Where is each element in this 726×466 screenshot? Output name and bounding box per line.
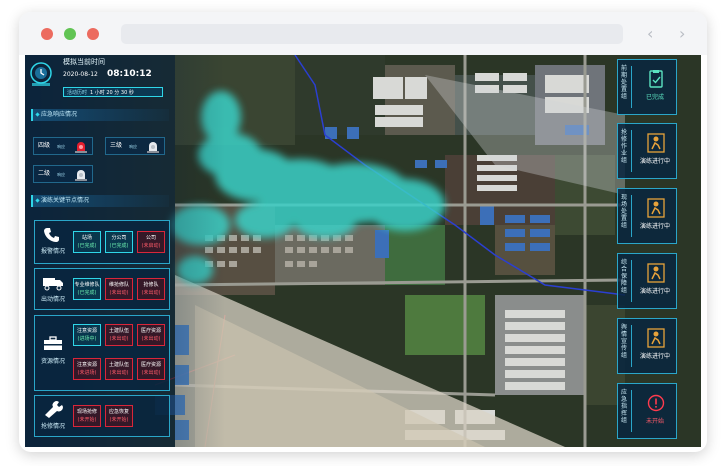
node-item[interactable]: 医疗资源 (未出动): [137, 324, 165, 346]
drill-section-title: 演练关键节点情况: [31, 195, 169, 207]
group-label: 出动情况: [40, 296, 65, 303]
address-bar[interactable]: [121, 24, 623, 44]
node-item[interactable]: 维抢修队 (未出动): [105, 278, 133, 300]
team-name: 抢修作业组: [621, 129, 628, 164]
drill-group-dispatch[interactable]: 出动情况 专业维修队 (已完成) 维抢修队 (未出动) 抢修队 (未出动): [34, 268, 170, 310]
window-maximize-button[interactable]: [64, 28, 76, 40]
siren-icon: [75, 142, 87, 153]
toolbox-icon: [44, 336, 62, 350]
nav-back-button[interactable]: ‹: [647, 24, 653, 44]
group-label: 报警情况: [40, 248, 65, 255]
wrench-icon: [45, 401, 63, 418]
nav-forward-button[interactable]: ›: [679, 24, 685, 44]
emergency-section-title: 应急响应情况: [31, 109, 169, 121]
clock-icon: [30, 62, 52, 86]
team-status: 演练进行中: [639, 353, 670, 360]
team-panel-support[interactable]: 综合保障组 演练进行中: [617, 253, 677, 309]
phone-icon: [44, 228, 59, 243]
team-status: 演练进行中: [639, 223, 670, 230]
siren-icon: [147, 142, 159, 153]
group-label: 抢修情况: [40, 423, 65, 430]
level-name: 三级: [110, 142, 123, 149]
node-item[interactable]: 抢修队 (未出动): [137, 278, 165, 300]
team-panel-publicity[interactable]: 舆情宣传组 演练进行中: [617, 318, 677, 374]
elapsed-label: 活动历时: [67, 90, 88, 96]
team-name: 综合保障组: [621, 259, 628, 294]
node-item[interactable]: 分公司 (已完成): [105, 231, 133, 253]
level-sub: 响应: [57, 144, 65, 149]
truck-icon: [43, 278, 63, 291]
siren-icon: [75, 170, 87, 181]
node-item[interactable]: 现场抢修 (未开始): [73, 405, 101, 427]
team-name: 舆情宣传组: [621, 324, 628, 359]
node-item[interactable]: 注意资源 (未进场): [73, 358, 101, 380]
current-date: 2020-08-12: [63, 71, 98, 78]
level-sub: 响应: [57, 172, 65, 177]
team-panel-repair[interactable]: 抢修作业组 演练进行中: [617, 123, 677, 179]
node-item[interactable]: 土建队伍 (未出动): [105, 358, 133, 380]
team-name: 应急指挥组: [621, 389, 628, 424]
node-item[interactable]: 站场 (已完成): [73, 231, 101, 253]
bullet-icon: [35, 112, 40, 117]
team-name: 前期处置组: [621, 65, 628, 100]
level-sub: 响应: [129, 144, 137, 149]
team-panel-command[interactable]: 应急指挥组 未开始: [617, 383, 677, 439]
worker-icon: [647, 198, 665, 218]
level-three-response[interactable]: 三级 响应: [105, 137, 165, 155]
level-name: 四级: [38, 142, 51, 149]
node-item[interactable]: 应急恢复 (未开始): [105, 405, 133, 427]
team-status: 演练进行中: [639, 288, 670, 295]
team-status: 演练进行中: [639, 158, 670, 165]
window-close-button[interactable]: [41, 28, 53, 40]
group-label: 资源情况: [40, 358, 65, 365]
node-item[interactable]: 专业维修队 (已完成): [73, 278, 101, 300]
window-minimize-button[interactable]: [87, 28, 99, 40]
browser-window: ‹ › 模拟当前时间 2020-08-12 08:10:12 活动历时 1 小时…: [19, 12, 707, 452]
drill-group-resources[interactable]: 资源情况 注意资源 (进场中) 土建队伍 (未出动) 医疗资源 (未出动) 注意资源(…: [34, 315, 170, 391]
alert-icon: [647, 394, 665, 412]
team-status: 未开始: [645, 418, 664, 425]
team-panel-initial-response[interactable]: 前期处置组 已完成: [617, 59, 677, 115]
command-screen: 模拟当前时间 2020-08-12 08:10:12 活动历时 1 小时 20 …: [25, 55, 701, 447]
team-panel-onsite[interactable]: 现场处置组 演练进行中: [617, 188, 677, 244]
worker-icon: [647, 133, 665, 153]
page-title: 模拟当前时间: [63, 58, 105, 66]
current-time: 08:10:12: [107, 69, 152, 79]
node-item[interactable]: 土建队伍 (未出动): [105, 324, 133, 346]
elapsed-value: 1 小时 20 分 30 秒: [90, 90, 134, 96]
bullet-icon: [35, 198, 40, 203]
level-two-response[interactable]: 二级 响应: [33, 165, 93, 183]
worker-icon: [647, 263, 665, 283]
level-four-response[interactable]: 四级 响应: [33, 137, 93, 155]
node-item[interactable]: 医疗资源 (未出动): [137, 358, 165, 380]
drill-group-repair[interactable]: 抢修情况 现场抢修 (未开始) 应急恢复 (未开始): [34, 395, 170, 437]
team-name: 现场处置组: [621, 194, 628, 229]
node-item[interactable]: 公司 (未启动): [137, 231, 165, 253]
node-item[interactable]: 注意资源 (进场中): [73, 324, 101, 346]
worker-icon: [647, 328, 665, 348]
elapsed-badge: 活动历时 1 小时 20 分 30 秒: [63, 87, 163, 97]
browser-toolbar: ‹ ›: [19, 12, 707, 55]
drill-group-alarm[interactable]: 报警情况 站场 (已完成) 分公司 (已完成) 公司 (未启动): [34, 220, 170, 264]
level-name: 二级: [38, 170, 51, 177]
completed-check-icon: [649, 70, 663, 88]
team-status: 已完成: [645, 94, 664, 101]
